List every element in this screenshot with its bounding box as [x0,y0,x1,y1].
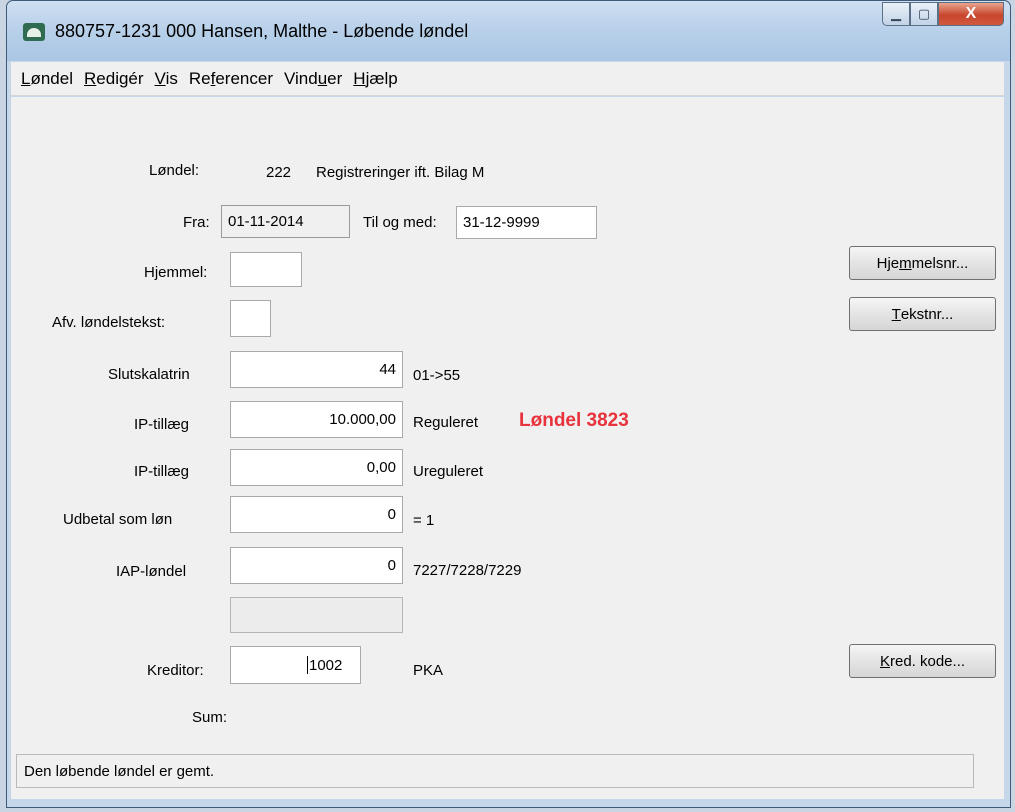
close-icon: X [965,5,977,22]
tekstnr-button[interactable]: Tekstnr... [849,297,996,331]
iap-londel-label: IAP-løndel [116,563,187,580]
menu-rediger[interactable]: Redigér [84,69,144,89]
form-area: Løndel: 222 Registreringer ift. Bilag M … [11,97,1004,799]
menu-referencer[interactable]: Referencer [189,69,273,89]
text-cursor [307,656,308,674]
ip-tillaeg-ureguleret-note: Ureguleret [413,463,484,480]
til-og-med-label: Til og med: [363,214,437,231]
hjemmelsnr-button[interactable]: Hje m melsnr... [849,246,996,280]
hjemmel-label: Hjemmel: [144,264,208,281]
londel-label: Løndel: [149,162,200,179]
slutskalatrin-label: Slutskalatrin [108,366,190,383]
slutskalatrin-input[interactable]: 44 [230,351,403,388]
fra-date-field: 01-11-2014 [221,205,350,238]
menu-londel[interactable]: Løndel [21,69,73,89]
menu-vinduer[interactable]: Vinduer [284,69,342,89]
status-bar: Den løbende løndel er gemt. [16,754,974,788]
hjemmel-input[interactable] [230,252,302,287]
iap-londel-input[interactable]: 0 [230,547,403,584]
app-icon [23,23,45,41]
londel-name: Registreringer ift. Bilag M [316,164,485,181]
udbetal-som-lon-input[interactable]: 0 [230,496,403,533]
ip-tillaeg-reguleret-label: IP-tillæg [134,416,190,433]
afv-londelstekst-input[interactable] [230,300,271,337]
menu-bar: Løndel Redigér Vis Referencer Vinduer Hj… [11,62,1004,96]
kred-kode-button[interactable]: Kred. kode... [849,644,996,678]
maximize-icon: ▢ [917,6,931,21]
udbetal-som-lon-label: Udbetal som løn [63,511,173,528]
close-button[interactable]: X [938,2,1004,26]
status-message: Den løbende løndel er gemt. [24,762,215,780]
ip-tillaeg-ureguleret-label: IP-tillæg [134,463,190,480]
window-title: 880757-1231 000 Hansen, Malthe - Løbende… [55,21,469,41]
londel-number: 222 [266,164,292,181]
maximize-button[interactable]: ▢ [910,2,938,26]
ip-tillaeg-reguleret-input[interactable]: 10.000,00 [230,401,403,438]
blank-disabled-field [230,597,403,633]
kreditor-name: PKA [413,662,444,679]
menu-hjaelp[interactable]: Hjælp [353,69,397,89]
til-og-med-date-field[interactable]: 31-12-9999 [456,206,597,239]
menu-vis[interactable]: Vis [155,69,178,89]
slutskalatrin-range: 01->55 [413,367,461,384]
title-bar[interactable]: 880757-1231 000 Hansen, Malthe - Løbende… [7,1,1010,61]
londel-3823-annotation: Løndel 3823 [519,410,629,431]
udbetal-som-lon-note: = 1 [413,512,435,529]
fra-label: Fra: [183,214,210,231]
kreditor-input[interactable]: 1002 [230,646,361,684]
window-controls: ▁ ▢ X [882,2,1004,32]
ip-tillaeg-ureguleret-input[interactable]: 0,00 [230,449,403,486]
minimize-button[interactable]: ▁ [882,2,910,26]
kreditor-label: Kreditor: [147,662,204,679]
afv-londelstekst-label: Afv. løndelstekst: [52,314,166,331]
minimize-icon: ▁ [891,6,901,21]
sum-label: Sum: [192,709,228,726]
iap-londel-note: 7227/7228/7229 [413,562,522,579]
ip-tillaeg-reguleret-note: Reguleret [413,414,479,431]
